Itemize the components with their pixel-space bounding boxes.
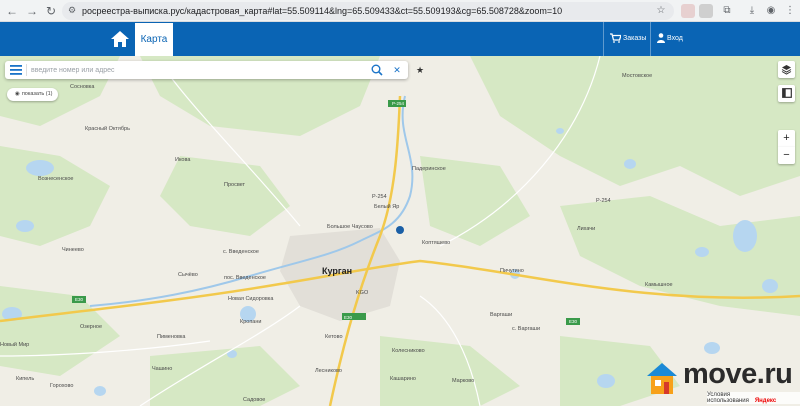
place-label: Горохово [50, 383, 74, 389]
place-label: Марково [452, 378, 475, 384]
route-shield-label: Е30 [569, 319, 578, 324]
extension-icon[interactable] [699, 4, 713, 18]
site-header: Карта Заказы Вход [0, 22, 800, 56]
layers-button[interactable] [778, 61, 795, 78]
show-button[interactable]: ◉ показать (1) [7, 88, 59, 101]
eye-icon: ◉ [15, 91, 20, 97]
cart-icon [610, 33, 622, 44]
forward-icon[interactable]: → [24, 3, 40, 19]
place-label: Просвет [224, 182, 246, 188]
place-label: Вознесенское [38, 176, 74, 182]
favorites-star-icon[interactable]: ★ [414, 64, 426, 76]
fullscreen-button[interactable] [778, 85, 795, 102]
reload-icon[interactable]: ↻ [43, 3, 59, 19]
menu-dots-icon[interactable]: ⋮ [783, 4, 797, 18]
place-label: Мостовское [622, 73, 653, 79]
extensions-puzzle-icon[interactable]: ⧉ [720, 4, 734, 18]
layers-icon [781, 65, 792, 75]
orders-button[interactable]: Заказы [603, 22, 648, 56]
place-label: Коптяшево [422, 240, 451, 246]
place-label: Большое Чаусово [327, 224, 373, 230]
url-text: росреестра-выписка.рус/кадастровая_карта… [82, 6, 563, 16]
place-label: пос. Введенское [224, 275, 266, 281]
terms-link[interactable]: Условия использования [707, 392, 749, 404]
place-label: Чашино [152, 366, 173, 372]
show-label: показать (1) [21, 91, 53, 97]
home-icon[interactable] [110, 30, 130, 48]
tab-map[interactable]: Карта [135, 23, 173, 56]
move-logo-icon [647, 363, 677, 394]
place-label: Пичугино [500, 268, 524, 274]
profile-icon[interactable]: ◉ [764, 4, 778, 18]
yandex-logo: Яндекс [754, 398, 777, 404]
place-label: Сосновка [70, 84, 95, 90]
place-label: Озерное [80, 324, 103, 330]
route-shield-label: Е30 [75, 297, 84, 302]
clear-icon[interactable]: ✕ [391, 63, 403, 77]
place-label: Новая Сидоровка [228, 296, 274, 302]
user-icon [657, 33, 665, 44]
place-label: Пименовка [157, 334, 186, 340]
watermark-text: move.ru [683, 358, 793, 390]
map-terms[interactable]: Условия использования Яндекс [707, 392, 800, 404]
zoom-in-button[interactable]: + [778, 130, 795, 147]
address-bar[interactable]: ⚙ росреестра-выписка.рус/кадастровая_кар… [62, 2, 674, 20]
place-label: Красный Октябрь [85, 126, 130, 132]
place-label: Кашарино [390, 376, 416, 382]
place-label: с. Варгаши [512, 326, 541, 332]
place-label: Варгаши [490, 312, 513, 318]
menu-icon[interactable] [9, 64, 23, 76]
login-label: Вход [667, 35, 683, 42]
browser-toolbar: ← → ↻ ⚙ росреестра-выписка.рус/кадастров… [0, 0, 800, 22]
route-shield-label: Е30 [344, 315, 353, 320]
map-canvas[interactable]: Сосновка Красный Октябрь Икова Вознесенское… [0, 56, 800, 406]
place-label: Сычёво [178, 272, 198, 278]
route-shield-label: Р-254 [372, 194, 387, 200]
search-panel: ✕ [5, 61, 408, 79]
extension-icon[interactable] [681, 4, 695, 18]
place-label: Колесниково [392, 348, 425, 354]
place-label: с. Введенское [223, 249, 259, 255]
place-label: Лесниково [315, 368, 342, 374]
zoom-out-button[interactable]: − [778, 147, 795, 164]
site-info-icon[interactable]: ⚙ [68, 5, 78, 17]
place-label: Кропани [240, 319, 262, 325]
place-label: KGO [356, 290, 369, 296]
place-label: Курган [322, 266, 353, 276]
place-label: Кетово [325, 334, 343, 340]
location-marker[interactable] [396, 226, 404, 234]
place-label: Падеринское [412, 166, 446, 172]
divider [26, 64, 27, 76]
search-input[interactable] [31, 63, 361, 77]
search-icon[interactable] [371, 64, 383, 76]
place-label: Камышное [645, 282, 673, 288]
route-shield-label: Р-254 [392, 101, 405, 106]
place-label: Кипель [16, 376, 35, 382]
bookmark-star-icon[interactable]: ☆ [654, 4, 668, 18]
download-icon[interactable]: ⤓ [745, 4, 759, 18]
orders-label: Заказы [623, 35, 647, 42]
place-label: Чинеево [62, 247, 84, 253]
route-shield-label: Р-254 [596, 198, 611, 204]
place-label: Икова [175, 157, 191, 163]
back-icon[interactable]: ← [4, 3, 20, 19]
place-label: Садовое [243, 397, 266, 403]
place-label: Белый Яр [374, 204, 400, 210]
place-label: Лихачи [577, 226, 596, 232]
login-button[interactable]: Вход [650, 22, 688, 56]
panel-icon [781, 88, 792, 98]
place-label: Новый Мир [0, 342, 30, 348]
watermark: move.ru Условия использования Яндекс [645, 356, 800, 406]
